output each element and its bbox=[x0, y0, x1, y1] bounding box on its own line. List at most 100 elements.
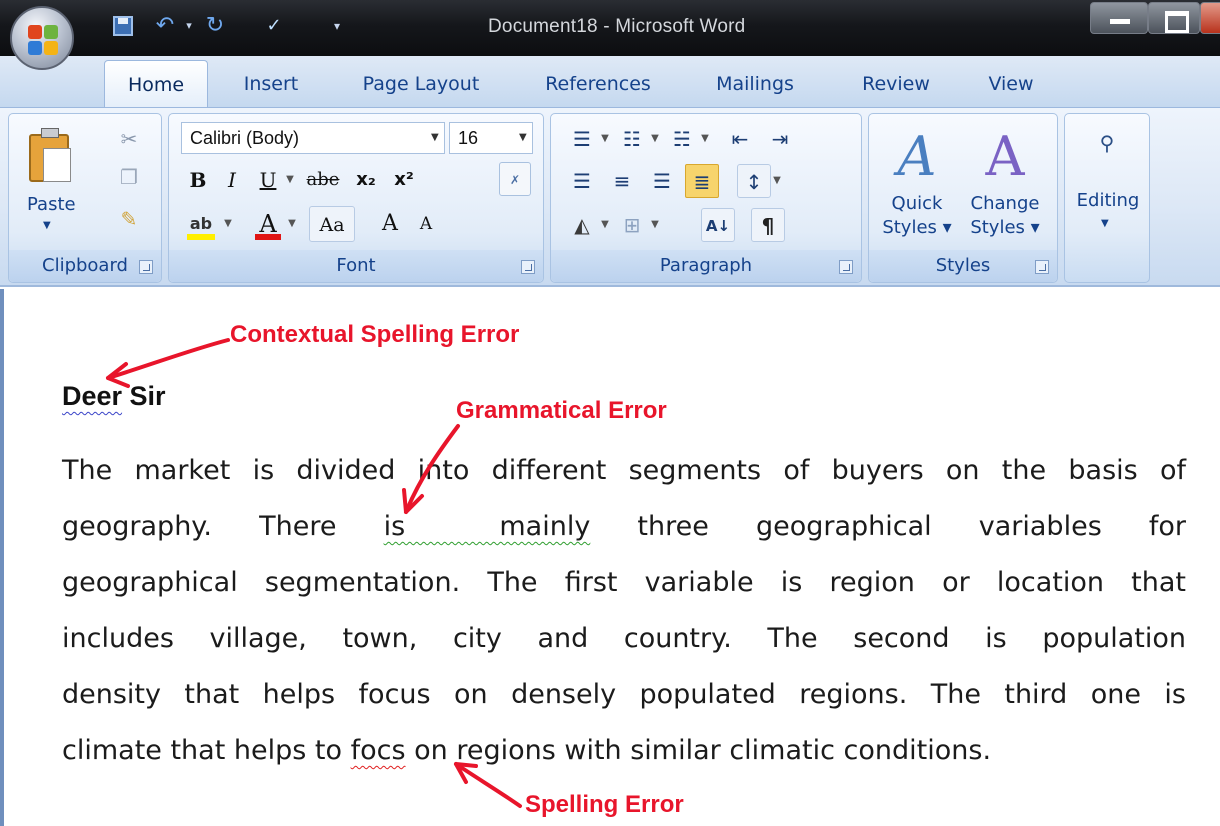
line-spacing-icon[interactable]: ↕ bbox=[737, 164, 771, 198]
office-logo-quadrant bbox=[28, 41, 42, 55]
chevron-down-icon[interactable]: ▼ bbox=[649, 122, 661, 156]
align-center-icon[interactable]: ≡ bbox=[605, 164, 639, 198]
grammatical-error-phrase[interactable]: is mainly bbox=[384, 511, 591, 542]
paragraph-group: ☰ ▼ ☷ ▼ ☵ ▼ ⇤ ⇥ ☰ ≡ ☰ ≣ ↕ ▼ ◭ ▼ ⊞ ▼ A↓ ¶… bbox=[550, 113, 862, 283]
office-logo-quadrant bbox=[44, 25, 58, 39]
undo-icon[interactable]: ↶ bbox=[150, 12, 180, 40]
word: for bbox=[1148, 511, 1186, 542]
underline-button[interactable]: U bbox=[253, 162, 283, 198]
word: variables bbox=[978, 511, 1102, 542]
paste-dropdown-icon[interactable]: ▼ bbox=[43, 220, 51, 231]
change-case-button[interactable]: Aa bbox=[309, 206, 355, 242]
underline-dropdown-icon[interactable]: ▼ bbox=[283, 162, 297, 198]
justify-icon[interactable]: ≣ bbox=[685, 164, 719, 198]
tab-review[interactable]: Review bbox=[846, 60, 946, 108]
font-launcher-icon[interactable] bbox=[521, 260, 535, 274]
quick-styles-label: Quick bbox=[891, 193, 943, 214]
contextual-error-word[interactable]: Deer bbox=[62, 381, 122, 411]
highlight-button[interactable]: ab bbox=[181, 206, 221, 242]
office-button[interactable] bbox=[10, 6, 74, 70]
tab-page-layout[interactable]: Page Layout bbox=[346, 60, 496, 108]
font-color-bar bbox=[255, 234, 281, 240]
clipboard-group: Paste ▼ ✂ ❐ ✎ Clipboard bbox=[8, 113, 162, 283]
font-color-dropdown-icon[interactable]: ▼ bbox=[285, 206, 299, 242]
word: There bbox=[259, 511, 337, 542]
word: three bbox=[637, 511, 709, 542]
grow-font-button[interactable]: A bbox=[373, 206, 407, 242]
tab-insert[interactable]: Insert bbox=[226, 60, 316, 108]
bullets-icon[interactable]: ☰ bbox=[565, 122, 599, 156]
italic-button[interactable]: I bbox=[217, 162, 247, 198]
highlight-dropdown-icon[interactable]: ▼ bbox=[221, 206, 235, 242]
highlight-label: ab bbox=[189, 214, 213, 233]
bold-button[interactable]: B bbox=[183, 162, 213, 198]
chevron-down-icon[interactable]: ▼ bbox=[599, 122, 611, 156]
save-icon[interactable] bbox=[106, 12, 140, 40]
styles-group: A Quick Styles ▾ A Change Styles ▾ Style… bbox=[868, 113, 1058, 283]
decrease-indent-icon[interactable]: ⇤ bbox=[723, 122, 757, 156]
office-logo-quadrant bbox=[44, 41, 58, 55]
highlight-color-bar bbox=[187, 234, 215, 240]
copy-icon[interactable]: ❐ bbox=[115, 164, 143, 190]
redo-icon[interactable]: ↻ bbox=[200, 12, 230, 40]
binoculars-icon[interactable]: ⚲ bbox=[1089, 128, 1125, 158]
document-greeting: Deer Sir bbox=[62, 381, 166, 412]
annotation-contextual-spelling-error: Contextual Spelling Error bbox=[230, 321, 520, 348]
tab-home[interactable]: Home bbox=[104, 60, 208, 108]
group-label: Styles bbox=[869, 250, 1057, 282]
paragraph-launcher-icon[interactable] bbox=[839, 260, 853, 274]
sort-icon[interactable]: A↓ bbox=[701, 208, 735, 242]
shading-icon[interactable]: ◭ bbox=[565, 208, 599, 242]
numbering-icon[interactable]: ☷ bbox=[615, 122, 649, 156]
group-label: Font bbox=[169, 250, 543, 282]
increase-indent-icon[interactable]: ⇥ bbox=[763, 122, 797, 156]
borders-icon[interactable]: ⊞ bbox=[615, 208, 649, 242]
undo-dropdown-icon[interactable]: ▾ bbox=[182, 12, 196, 40]
document-line: density that helps focus on densely popu… bbox=[62, 679, 1186, 710]
multilevel-list-icon[interactable]: ☵ bbox=[665, 122, 699, 156]
spelling-check-icon[interactable]: ✓ bbox=[252, 12, 296, 40]
minimize-button[interactable] bbox=[1090, 2, 1148, 34]
change-styles-label: Styles ▾ bbox=[970, 217, 1040, 238]
align-left-icon[interactable]: ☰ bbox=[565, 164, 599, 198]
close-button[interactable] bbox=[1200, 2, 1220, 34]
styles-launcher-icon[interactable] bbox=[1035, 260, 1049, 274]
maximize-button[interactable] bbox=[1148, 2, 1200, 34]
greeting-rest: Sir bbox=[122, 381, 166, 411]
chevron-down-icon[interactable]: ▼ bbox=[431, 122, 445, 154]
customize-toolbar-icon[interactable]: ▾ bbox=[330, 12, 344, 40]
chevron-down-icon[interactable]: ▼ bbox=[649, 208, 661, 242]
paste-button[interactable]: Paste bbox=[27, 194, 76, 215]
font-color-button[interactable]: A bbox=[253, 206, 283, 242]
chevron-down-icon[interactable]: ▼ bbox=[699, 122, 711, 156]
quick-styles-icon: A bbox=[897, 125, 937, 188]
document-line: climate that helps to focs on regions wi… bbox=[62, 735, 1186, 787]
show-formatting-icon[interactable]: ¶ bbox=[751, 208, 785, 242]
font-name-select[interactable]: Calibri (Body) bbox=[181, 122, 445, 154]
clipboard-launcher-icon[interactable] bbox=[139, 260, 153, 274]
document-page[interactable]: Deer Sir The market is divided into diff… bbox=[0, 289, 1220, 826]
strikethrough-button[interactable]: abe bbox=[299, 162, 347, 198]
chevron-down-icon[interactable]: ▼ bbox=[519, 122, 533, 154]
editing-button[interactable]: Editing bbox=[1069, 190, 1147, 211]
spelling-error-word[interactable]: focs bbox=[351, 735, 406, 766]
paste-icon[interactable] bbox=[29, 128, 73, 182]
tab-mailings[interactable]: Mailings bbox=[698, 60, 812, 108]
superscript-button[interactable]: x² bbox=[389, 162, 419, 198]
tab-references[interactable]: References bbox=[528, 60, 668, 108]
cut-icon[interactable]: ✂ bbox=[115, 126, 143, 152]
document-line: The market is divided into different seg… bbox=[62, 455, 1186, 486]
tab-view[interactable]: View bbox=[976, 60, 1046, 108]
editing-dropdown-icon[interactable]: ▼ bbox=[1101, 218, 1109, 229]
editing-group: ⚲ Editing ▼ bbox=[1064, 113, 1150, 283]
chevron-down-icon[interactable]: ▼ bbox=[599, 208, 611, 242]
chevron-down-icon[interactable]: ▼ bbox=[771, 164, 783, 198]
change-styles-button[interactable]: A Change Styles ▾ bbox=[963, 122, 1047, 248]
align-right-icon[interactable]: ☰ bbox=[645, 164, 679, 198]
clear-formatting-icon[interactable]: ✗ bbox=[499, 162, 531, 196]
quick-styles-button[interactable]: A Quick Styles ▾ bbox=[875, 122, 959, 248]
shrink-font-button[interactable]: A bbox=[411, 206, 441, 242]
subscript-button[interactable]: x₂ bbox=[351, 162, 381, 198]
font-group: Calibri (Body) ▼ 16 ▼ B I U ▼ abe x₂ x² … bbox=[168, 113, 544, 283]
format-painter-icon[interactable]: ✎ bbox=[115, 206, 143, 232]
